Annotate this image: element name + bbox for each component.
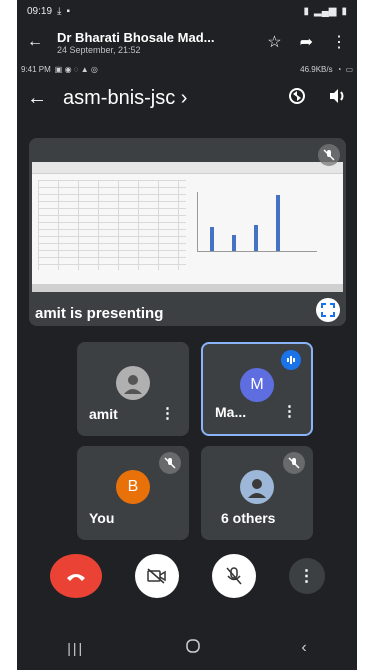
- avatar: [240, 470, 274, 504]
- app-icons: ▣ ◉ ◌ ▲ ◎: [54, 64, 98, 74]
- presentation-tile[interactable]: amit is presenting: [29, 138, 346, 326]
- switch-camera-icon[interactable]: [287, 86, 307, 111]
- back-arrow-icon[interactable]: ←: [27, 33, 43, 51]
- share-icon[interactable]: ➦: [300, 32, 313, 52]
- inner-status-time: 9:41 PM: [21, 64, 51, 74]
- chart-bar: [276, 195, 280, 251]
- participant-name: amit: [89, 406, 118, 422]
- back-nav-icon[interactable]: ‹: [301, 639, 306, 657]
- mic-off-icon: [283, 452, 305, 474]
- more-vert-icon[interactable]: ⋮: [331, 32, 347, 52]
- chart-bar: [232, 235, 236, 251]
- more-options-icon[interactable]: ⋮: [160, 404, 175, 422]
- call-controls: ⋮: [17, 552, 357, 600]
- shared-spreadsheet: [32, 162, 343, 292]
- status-bar: 09:19 ⤓ ▪ ▮ ▂▄▆ ▮: [17, 0, 357, 22]
- chart-bar: [254, 225, 258, 251]
- meeting-header: ← asm-bnis-jsc ›: [17, 76, 357, 120]
- status-time: 09:19: [27, 5, 53, 17]
- spreadsheet-grid: [38, 180, 186, 270]
- meeting-title[interactable]: asm-bnis-jsc ›: [63, 87, 271, 110]
- avatar: B: [116, 470, 150, 504]
- avatar: [116, 366, 150, 400]
- wifi-icon: ◔: [336, 64, 342, 74]
- participant-tile-you[interactable]: B You: [77, 446, 189, 540]
- app-bar: ← Dr Bharati Bhosale Mad... 24 September…: [17, 22, 357, 62]
- chart-bar: [210, 227, 214, 251]
- recent-apps-icon[interactable]: |||: [67, 640, 84, 656]
- battery-icon: ▮: [303, 5, 310, 17]
- spreadsheet-taskbar: [32, 284, 343, 292]
- participant-name: You: [89, 510, 115, 526]
- camera-off-icon: [146, 568, 166, 584]
- participant-tile-ma[interactable]: M Ma... ⋮: [201, 342, 313, 436]
- mic-toggle-button[interactable]: [211, 554, 256, 598]
- mic-off-icon: [225, 567, 242, 585]
- participant-name: 6 others: [221, 510, 276, 526]
- more-vert-icon: ⋮: [298, 568, 315, 585]
- spreadsheet-ribbon: [32, 162, 343, 174]
- download-icon: ⤓: [57, 5, 62, 17]
- battery-icon: ▭: [345, 64, 353, 74]
- notification-icon: ▪: [66, 5, 70, 17]
- phone-screen: 09:19 ⤓ ▪ ▮ ▂▄▆ ▮ ← Dr Bharati Bhosale M…: [17, 0, 357, 670]
- signal-icon: ▂▄▆: [314, 5, 337, 17]
- speaker-icon[interactable]: [327, 86, 347, 111]
- more-options-icon[interactable]: ⋮: [282, 402, 297, 420]
- home-icon[interactable]: [185, 638, 201, 659]
- mic-off-icon: [159, 452, 181, 474]
- navigation-bar: ||| ‹: [17, 626, 357, 670]
- hang-up-icon: [66, 574, 85, 581]
- conversation-title: Dr Bharati Bhosale Mad...: [57, 29, 215, 45]
- fullscreen-button[interactable]: [316, 298, 340, 322]
- battery-level-icon: ▮: [341, 5, 347, 17]
- speaking-indicator-icon: [281, 350, 301, 370]
- inner-status-bar: 9:41 PM ▣ ◉ ◌ ▲ ◎ 46.9KB/s ◔ ▭: [17, 62, 357, 76]
- back-arrow-icon[interactable]: ←: [27, 87, 47, 110]
- avatar: M: [240, 368, 274, 402]
- participant-tile-amit[interactable]: amit ⋮: [77, 342, 189, 436]
- star-icon[interactable]: ☆: [267, 32, 281, 52]
- more-options-button[interactable]: ⋮: [288, 558, 325, 594]
- mic-off-icon: [318, 144, 340, 166]
- camera-toggle-button[interactable]: [134, 554, 179, 598]
- participant-tile-others[interactable]: 6 others: [201, 446, 313, 540]
- participant-name: Ma...: [215, 404, 247, 420]
- fullscreen-icon: [321, 303, 335, 317]
- spreadsheet-chart: [197, 192, 317, 252]
- presenter-label: amit is presenting: [35, 305, 164, 322]
- network-speed: 46.9KB/s: [300, 64, 333, 74]
- end-call-button[interactable]: [49, 554, 102, 598]
- conversation-date: 24 September, 21:52: [57, 44, 141, 55]
